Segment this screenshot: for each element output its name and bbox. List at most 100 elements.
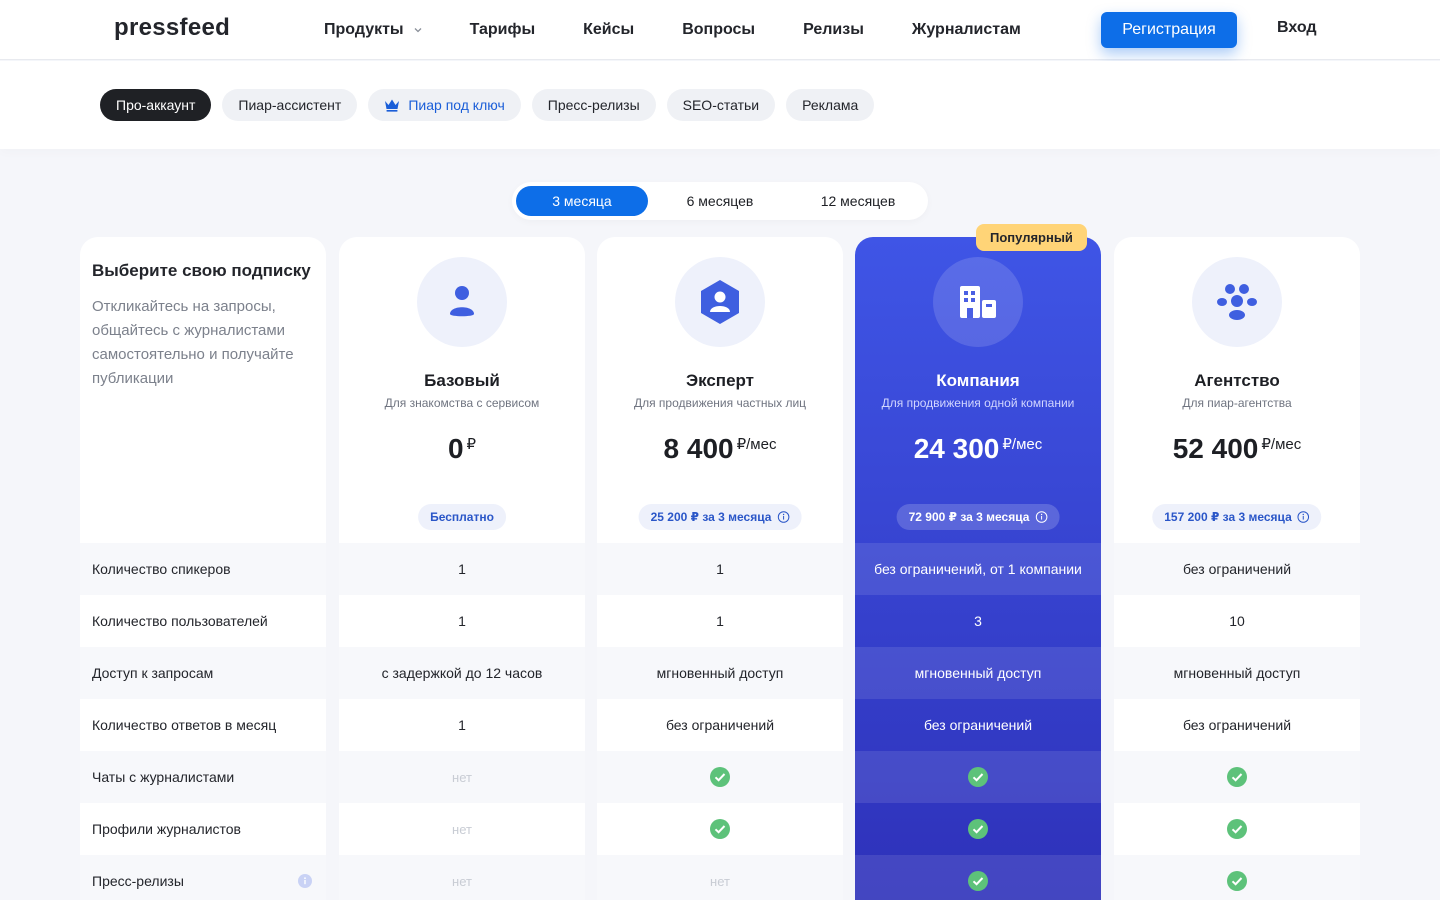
period-3-months[interactable]: 3 месяца (516, 186, 648, 216)
plan-value: 1 (716, 613, 724, 629)
info-icon[interactable] (1297, 511, 1310, 523)
price-currency: ₽ (466, 436, 477, 453)
plan-value: мгновенный доступ (855, 647, 1101, 699)
plan-value: 10 (1229, 613, 1245, 629)
price-unit: ₽/мес (1261, 436, 1302, 453)
plan-value: с задержкой до 12 часов (339, 647, 585, 699)
building-icon (933, 257, 1023, 347)
feature-label: Количество спикеров (80, 543, 326, 595)
tab-pro-account[interactable]: Про-аккаунт (100, 89, 212, 121)
popular-badge: Популярный (976, 224, 1087, 251)
plan-subtitle: Для продвижения частных лиц (633, 396, 807, 410)
check-icon (968, 871, 988, 891)
period-switch: 3 месяца 6 месяцев 12 месяцев (512, 182, 928, 220)
nav-faq[interactable]: Вопросы (682, 21, 755, 39)
tab-pr-turnkey-label: Пиар под ключ (408, 97, 505, 113)
plan-value: нет (597, 855, 843, 900)
no-value: нет (452, 873, 472, 889)
expert-badge-icon (675, 257, 765, 347)
info-icon[interactable] (1035, 511, 1048, 523)
no-value: нет (710, 873, 730, 889)
tab-pr-assistant[interactable]: Пиар-ассистент (222, 89, 358, 121)
plan-subtitle: Для пиар-агентства (1182, 396, 1292, 410)
plan-price: 8 400 ₽/мес (597, 433, 843, 465)
plan-card-company[interactable]: Популярный Компания Для продвижения одно… (855, 224, 1101, 900)
price-value: 8 400 (663, 433, 734, 464)
plan-value: 1 (458, 613, 466, 629)
plan-name: Базовый (424, 371, 500, 390)
plan-rows: 1 1 с задержкой до 12 часов 1 нет нет не… (339, 543, 585, 900)
plan-rows: 1 1 мгновенный доступ без ограничений не… (597, 543, 843, 900)
plan-value: без ограничений (1114, 543, 1360, 595)
plan-value: мгновенный доступ (597, 647, 843, 699)
plan-value (1114, 855, 1360, 900)
plan-name: Эксперт (685, 371, 755, 390)
check-icon (968, 819, 988, 839)
register-button[interactable]: Регистрация (1101, 12, 1237, 48)
plan-rows: без ограничений, от 1 компании 3 мгновен… (855, 543, 1101, 900)
nav-products-label: Продукты (324, 21, 404, 38)
tab-advertising[interactable]: Реклама (786, 89, 875, 121)
plan-value (597, 751, 843, 803)
plan-value: нет (339, 855, 585, 900)
plan-value: 3 (974, 613, 982, 629)
period-6-months[interactable]: 6 месяцев (656, 186, 784, 216)
tab-press-releases[interactable]: Пресс-релизы (531, 89, 656, 121)
tab-seo-articles[interactable]: SEO-статьи (666, 89, 776, 121)
check-icon (968, 767, 988, 787)
nav-journalists[interactable]: Журналистам (912, 21, 1021, 39)
feature-label: Количество ответов в месяц (92, 717, 277, 733)
plan-price: 52 400 ₽/мес (1114, 433, 1360, 465)
price-unit: ₽/мес (736, 436, 777, 453)
price-unit: ₽/мес (1002, 436, 1043, 453)
plan-value: нет (339, 803, 585, 855)
section-title: Выберите свою подписку (92, 261, 311, 280)
price-value: 52 400 (1172, 433, 1259, 464)
plan-value: без ограничений, от 1 компании (855, 543, 1101, 595)
product-tabs: Про-аккаунт Пиар-ассистент Пиар под ключ… (100, 89, 885, 121)
plan-value (597, 803, 843, 855)
price-value: 24 300 (913, 433, 1000, 464)
logo[interactable]: pressfeed (114, 14, 230, 42)
check-icon (1227, 819, 1247, 839)
nav-tariffs[interactable]: Тарифы (470, 21, 536, 39)
info-icon[interactable] (777, 511, 790, 523)
nav-cases[interactable]: Кейсы (583, 21, 634, 39)
plan-value: без ограничений (923, 717, 1033, 733)
plan-subtitle: Для знакомства с сервисом (384, 396, 540, 410)
plan-value: 1 (597, 543, 843, 595)
feature-label-press-releases: Пресс-релизы (80, 855, 326, 900)
info-icon[interactable] (298, 874, 312, 888)
plan-value (1114, 751, 1360, 803)
plan-value (855, 855, 1101, 900)
plan-badge: 157 200 ₽ за 3 месяца (1152, 504, 1322, 530)
no-value: нет (452, 769, 472, 785)
nav-releases[interactable]: Релизы (803, 21, 864, 39)
plan-card-basic[interactable]: Базовый Для знакомства с сервисом 0 ₽ Бес… (339, 237, 585, 900)
price-value: 0 (447, 433, 464, 464)
no-value: нет (452, 821, 472, 837)
badge-label: 157 200 ₽ за 3 месяца (1164, 510, 1292, 524)
check-icon (710, 767, 730, 787)
plan-value: нет (339, 751, 585, 803)
login-link[interactable]: Вход (1277, 19, 1317, 37)
plan-rows: без ограничений 10 мгновенный доступ без… (1114, 543, 1360, 900)
product-tabs-bar: Про-аккаунт Пиар-ассистент Пиар под ключ… (0, 61, 1440, 149)
feature-labels: Количество спикеров Количество пользоват… (80, 543, 326, 900)
tab-pr-turnkey[interactable]: Пиар под ключ (368, 89, 521, 121)
plan-subtitle: Для продвижения одной компании (881, 396, 1075, 410)
feature-label: Доступ к запросам (80, 647, 326, 699)
crown-icon (385, 99, 400, 112)
plan-value: без ограничений (1182, 717, 1292, 733)
period-12-months[interactable]: 12 месяцев (792, 186, 924, 216)
plan-badge: 72 900 ₽ за 3 месяца (896, 504, 1060, 530)
plan-price: 24 300 ₽/мес (855, 433, 1101, 465)
plan-value: без ограничений (665, 717, 775, 733)
plan-card-expert[interactable]: Эксперт Для продвижения частных лиц 8 40… (597, 237, 843, 900)
plan-card-agency[interactable]: Агентство Для пиар-агентства 52 400 ₽/мес… (1114, 237, 1360, 900)
feature-label: Чаты с журналистами (80, 751, 326, 803)
plan-value: мгновенный доступ (1114, 647, 1360, 699)
nav-products[interactable]: Продукты (324, 21, 422, 39)
plan-badge: 25 200 ₽ за 3 месяца (638, 504, 802, 530)
features-card: Выберите свою подписку Откликайтесь на з… (80, 237, 326, 900)
